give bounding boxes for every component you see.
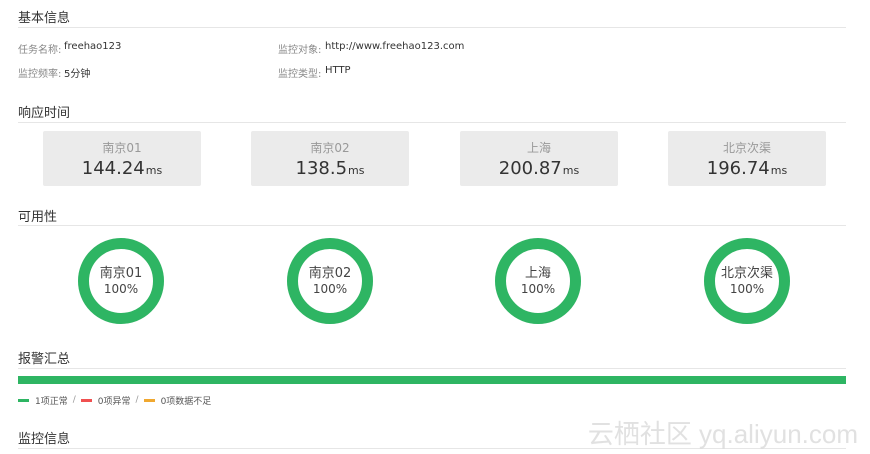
divider <box>18 368 846 369</box>
section-title-response-time: 响应时间 <box>18 106 71 121</box>
response-value-unit: ms <box>145 164 163 177</box>
section-title-availability: 可用性 <box>18 210 58 225</box>
divider <box>18 225 846 226</box>
legend-separator: / <box>135 395 139 405</box>
donut-percent: 100% <box>312 281 348 296</box>
alert-summary-bar <box>18 376 846 384</box>
response-card-value: 196.74ms <box>668 158 826 179</box>
section-title-monitor-info: 监控信息 <box>18 432 71 447</box>
response-card-nanjing02: 南京02 138.5ms <box>251 131 409 186</box>
divider <box>18 122 846 123</box>
legend-label-normal: 1项正常 <box>35 396 68 407</box>
response-card-name: 南京02 <box>310 141 350 155</box>
donut-label: 上海 <box>524 265 551 281</box>
response-card-name: 上海 <box>526 141 551 155</box>
availability-donut-beijing: 北京次渠 100% <box>703 237 791 325</box>
response-card-name: 南京01 <box>102 141 142 155</box>
legend-separator: / <box>72 395 76 405</box>
response-card-shanghai: 上海 200.87ms <box>460 131 618 186</box>
response-card-name: 北京次渠 <box>722 141 771 155</box>
task-name-label: 任务名称: <box>18 45 62 56</box>
donut-percent: 100% <box>103 281 139 296</box>
response-card-value: 144.24ms <box>43 158 201 179</box>
response-value-number: 144.24 <box>81 158 145 179</box>
response-card-beijing: 北京次渠 196.74ms <box>668 131 826 186</box>
response-value-number: 138.5 <box>295 158 348 179</box>
monitor-freq-value: 5分钟 <box>64 69 91 80</box>
legend-swatch-insufficient <box>143 398 155 402</box>
availability-donut-nanjing02: 南京02 100% <box>286 237 374 325</box>
section-title-basic-info: 基本信息 <box>18 11 71 26</box>
monitor-type-value: HTTP <box>325 65 351 76</box>
response-value-unit: ms <box>348 164 365 177</box>
monitor-type-label: 监控类型: <box>278 69 322 80</box>
response-value-unit: ms <box>770 164 788 177</box>
monitor-freq-label: 监控频率: <box>18 69 62 80</box>
response-card-nanjing01: 南京01 144.24ms <box>43 131 201 186</box>
donut-percent: 100% <box>520 281 556 296</box>
response-value-number: 196.74 <box>706 158 770 179</box>
divider <box>18 27 846 28</box>
availability-donut-shanghai: 上海 100% <box>494 237 582 325</box>
availability-donut-nanjing01: 南京01 100% <box>77 237 165 325</box>
response-value-number: 200.87 <box>498 158 562 179</box>
alert-legend: 1项正常 / 0项异常 / 0项数据不足 <box>18 394 212 407</box>
section-title-alerts: 报警汇总 <box>18 352 71 367</box>
legend-swatch-abnormal <box>80 398 92 402</box>
task-name-value: freehao123 <box>64 41 122 52</box>
response-card-value: 200.87ms <box>460 158 618 179</box>
donut-label: 北京次渠 <box>720 265 773 281</box>
legend-label-abnormal: 0项异常 <box>97 396 131 407</box>
monitor-target-value: http://www.freehao123.com <box>325 41 465 52</box>
watermark: 云栖社区 yq.aliyun.com <box>587 419 858 449</box>
response-value-unit: ms <box>562 164 580 177</box>
donut-label: 南京02 <box>308 265 352 281</box>
legend-swatch-normal <box>18 398 29 402</box>
legend-label-insufficient: 0项数据不足 <box>160 396 212 407</box>
response-card-value: 138.5ms <box>251 158 409 179</box>
donut-label: 南京01 <box>99 265 143 281</box>
monitor-target-label: 监控对象: <box>278 45 322 56</box>
donut-percent: 100% <box>729 281 765 296</box>
